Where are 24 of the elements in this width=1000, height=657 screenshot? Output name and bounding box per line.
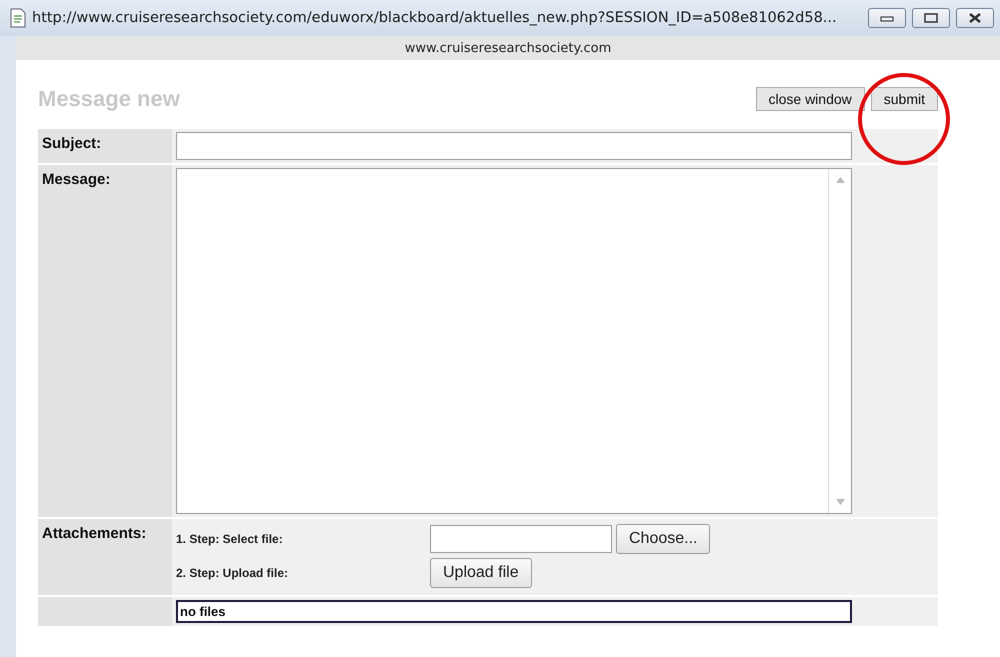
- page-icon: [10, 8, 26, 28]
- subject-field[interactable]: [176, 132, 852, 160]
- window-title: http://www.cruiseresearchsociety.com/eduworx/blackboard/aktuelles_new.php?SESSION_ID=a508e81062d58...: [32, 10, 838, 26]
- attachments-label: Attachements:: [38, 519, 172, 595]
- message-field[interactable]: [176, 168, 852, 514]
- step-label: 1. Step: Select file:: [176, 532, 284, 546]
- minimize-button[interactable]: [868, 8, 906, 28]
- close-window-button[interactable]: close window: [756, 87, 865, 111]
- subject-label: Subject:: [38, 129, 172, 163]
- maximize-icon: [924, 13, 938, 23]
- choose-button[interactable]: Choose...: [616, 524, 710, 554]
- upload-button[interactable]: Upload file: [430, 558, 532, 588]
- maximize-button[interactable]: [912, 8, 950, 28]
- scroll-down-icon: [836, 499, 844, 505]
- step-label: 2. Step: Upload file:: [176, 566, 290, 580]
- message-label: Message:: [38, 165, 172, 517]
- file-list: no files: [176, 600, 852, 623]
- scroll-up-icon: [836, 177, 844, 183]
- close-button[interactable]: [956, 8, 994, 28]
- submit-button[interactable]: submit: [870, 87, 938, 111]
- minimize-icon: [880, 14, 894, 22]
- address-text: www.cruiseresearchsociety.com: [404, 40, 612, 56]
- file-field[interactable]: [430, 525, 612, 553]
- close-icon: [968, 13, 982, 23]
